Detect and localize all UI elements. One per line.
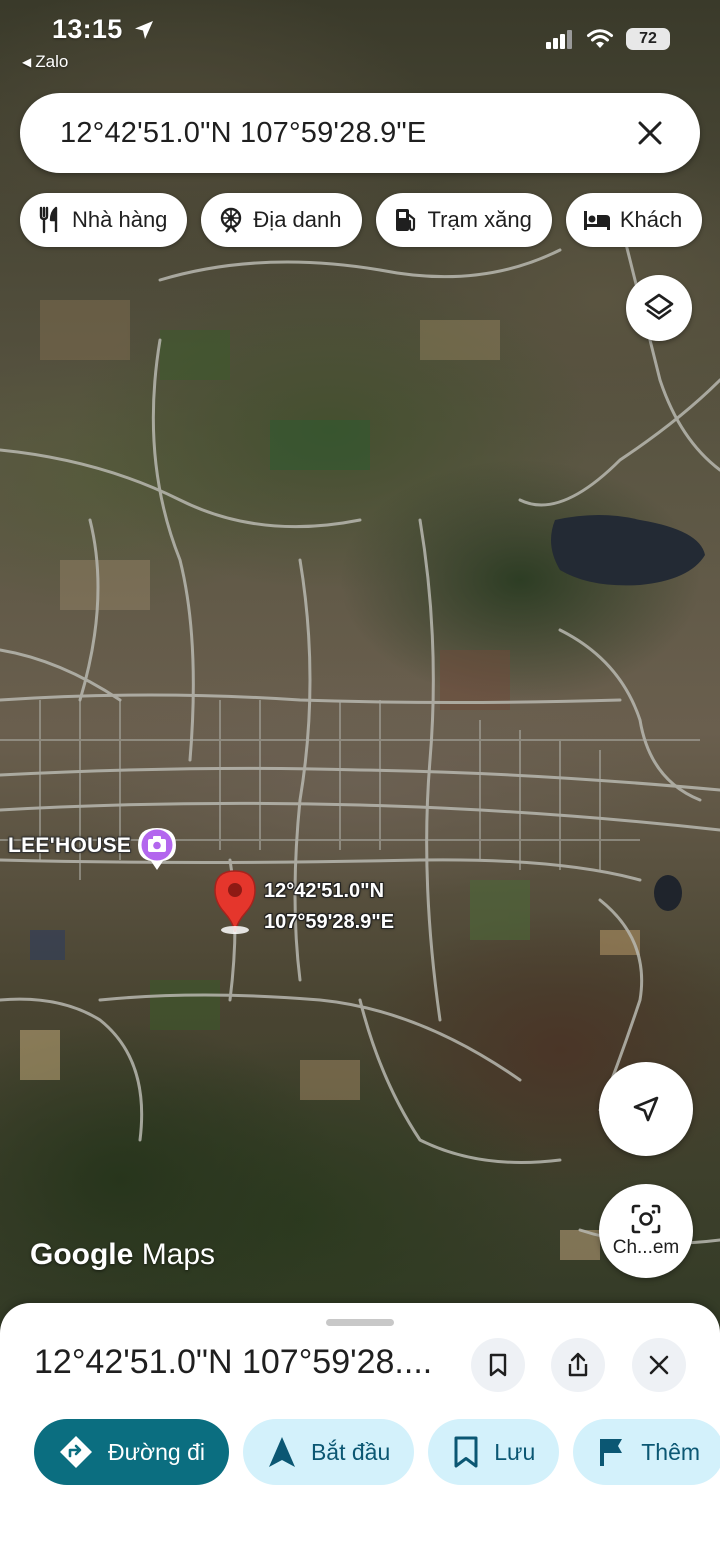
navigation-arrow-icon (633, 1096, 659, 1122)
bookmark-icon (454, 1436, 478, 1468)
pin-latitude: 12°42'51.0"N (264, 880, 385, 902)
flag-icon (600, 1439, 623, 1466)
place-label-leehouse[interactable]: LEE'HOUSE (8, 834, 131, 858)
start-navigation-button[interactable]: Bắt đầu (242, 1419, 415, 1485)
google-maps-watermark: Google Maps (30, 1238, 215, 1272)
chip-restaurants[interactable]: Nhà hàng (20, 193, 188, 247)
chip-landmarks[interactable]: Địa danh (201, 193, 362, 247)
lens-search-button[interactable]: Ch...em (599, 1184, 693, 1278)
chip-label: Trạm xăng (427, 207, 532, 232)
sheet-drag-handle[interactable] (326, 1319, 394, 1326)
cellular-signal-icon (546, 30, 572, 49)
wifi-icon (587, 29, 613, 48)
layers-icon (644, 293, 674, 320)
close-icon (638, 121, 662, 145)
location-services-icon (135, 21, 153, 39)
gas-station-icon (395, 209, 415, 232)
landmark-icon (221, 207, 242, 233)
search-bar[interactable]: 12°42'51.0"N 107°59'28.9"E (20, 93, 700, 173)
chip-label: Nhà hàng (72, 207, 168, 232)
hotel-icon (583, 211, 610, 230)
save-label: Lưu (494, 1438, 536, 1465)
directions-label: Đường đi (108, 1438, 205, 1465)
status-indicators: 72 (546, 28, 670, 50)
bookmark-icon (489, 1353, 507, 1377)
close-icon (649, 1355, 669, 1375)
chip-hotels[interactable]: Khách (565, 193, 703, 247)
category-chips: Nhà hàng Địa danh Trạm xăng Khách (20, 193, 703, 247)
place-title: 12°42'51.0"N 107°59'28.... (34, 1343, 433, 1381)
status-time: 13:15 (52, 14, 123, 44)
navigation-icon (268, 1437, 295, 1467)
back-to-app-link[interactable]: ◀ Zalo (22, 52, 68, 72)
chip-gas-stations[interactable]: Trạm xăng (375, 193, 552, 247)
directions-icon (60, 1436, 92, 1468)
close-sheet-button[interactable] (632, 1338, 686, 1392)
save-place-button[interactable] (471, 1338, 525, 1392)
start-label: Bắt đầu (310, 1438, 391, 1465)
save-button[interactable]: Lưu (428, 1419, 560, 1485)
share-icon (568, 1352, 588, 1377)
watermark-google: Google (30, 1238, 134, 1271)
map-layers-button[interactable] (626, 275, 692, 341)
location-pin-icon[interactable] (212, 868, 258, 934)
chip-label: Khách (619, 207, 683, 232)
back-app-name: Zalo (35, 52, 69, 71)
pin-longitude: 107°59'28.9"E (264, 911, 395, 933)
directions-button[interactable]: Đường đi (34, 1419, 229, 1485)
pin-coordinates-label: 12°42'51.0"N 107°59'28.9"E (264, 876, 394, 938)
battery-indicator: 72 (626, 28, 670, 50)
add-label: Thêm (641, 1438, 701, 1465)
clear-search-button[interactable] (630, 113, 670, 153)
photo-spot-icon[interactable] (136, 825, 178, 871)
place-bottom-sheet[interactable]: 12°42'51.0"N 107°59'28.... Đường đi Bắt … (0, 1303, 720, 1557)
search-query[interactable]: 12°42'51.0"N 107°59'28.9"E (60, 117, 630, 150)
action-buttons: Đường đi Bắt đầu Lưu Thêm (34, 1419, 720, 1485)
share-button[interactable] (551, 1338, 605, 1392)
chip-label: Địa danh (253, 207, 342, 232)
watermark-maps: Maps (141, 1238, 216, 1271)
add-button[interactable]: Thêm (573, 1419, 720, 1485)
restaurant-icon (39, 206, 58, 234)
back-triangle-icon: ◀ (22, 55, 32, 69)
my-location-button[interactable] (599, 1062, 693, 1156)
lens-button-label: Ch...em (612, 1237, 680, 1258)
camera-icon (631, 1204, 661, 1234)
